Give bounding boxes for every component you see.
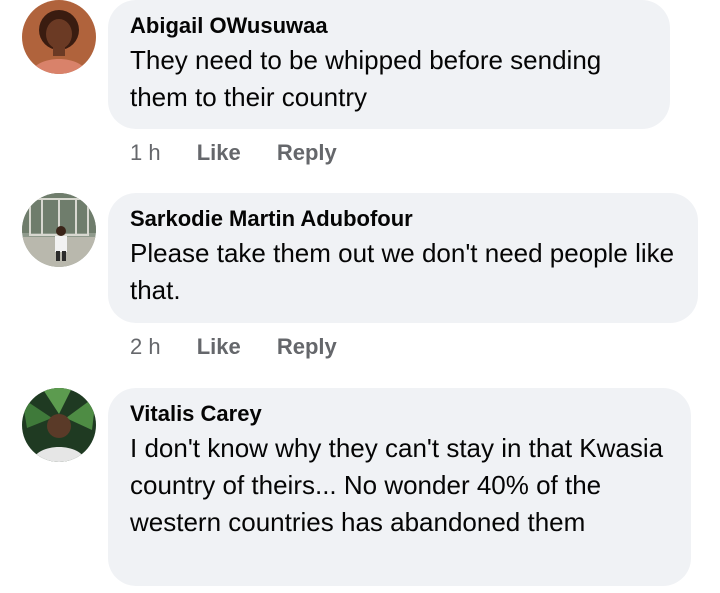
comment-timestamp[interactable]: 2 h: [130, 333, 161, 361]
comment-author[interactable]: Sarkodie Martin Adubofour: [130, 205, 676, 233]
comment-bubble: Sarkodie Martin Adubofour Please take th…: [108, 193, 698, 323]
comment-timestamp[interactable]: 1 h: [130, 139, 161, 167]
comment-text: Please take them out we don't need peopl…: [130, 238, 675, 305]
reply-button[interactable]: Reply: [277, 139, 337, 167]
avatar[interactable]: [22, 0, 96, 74]
avatar[interactable]: [22, 388, 96, 462]
comment-bubble: Abigail OWusuwaa They need to be whipped…: [108, 0, 670, 129]
comment-text: They need to be whipped before sending t…: [130, 45, 602, 112]
comment-actions: 2 h Like Reply: [130, 333, 337, 361]
like-button[interactable]: Like: [197, 333, 241, 361]
avatar[interactable]: [22, 193, 96, 267]
comment-bubble: Vitalis Carey I don't know why they can'…: [108, 388, 691, 586]
comment-text: I don't know why they can't stay in that…: [130, 433, 664, 537]
comment-author[interactable]: Abigail OWusuwaa: [130, 12, 648, 40]
reply-button[interactable]: Reply: [277, 333, 337, 361]
comment-actions: 1 h Like Reply: [130, 139, 337, 167]
comments-list: Abigail OWusuwaa They need to be whipped…: [0, 0, 720, 593]
comment-author[interactable]: Vitalis Carey: [130, 400, 669, 428]
like-button[interactable]: Like: [197, 139, 241, 167]
